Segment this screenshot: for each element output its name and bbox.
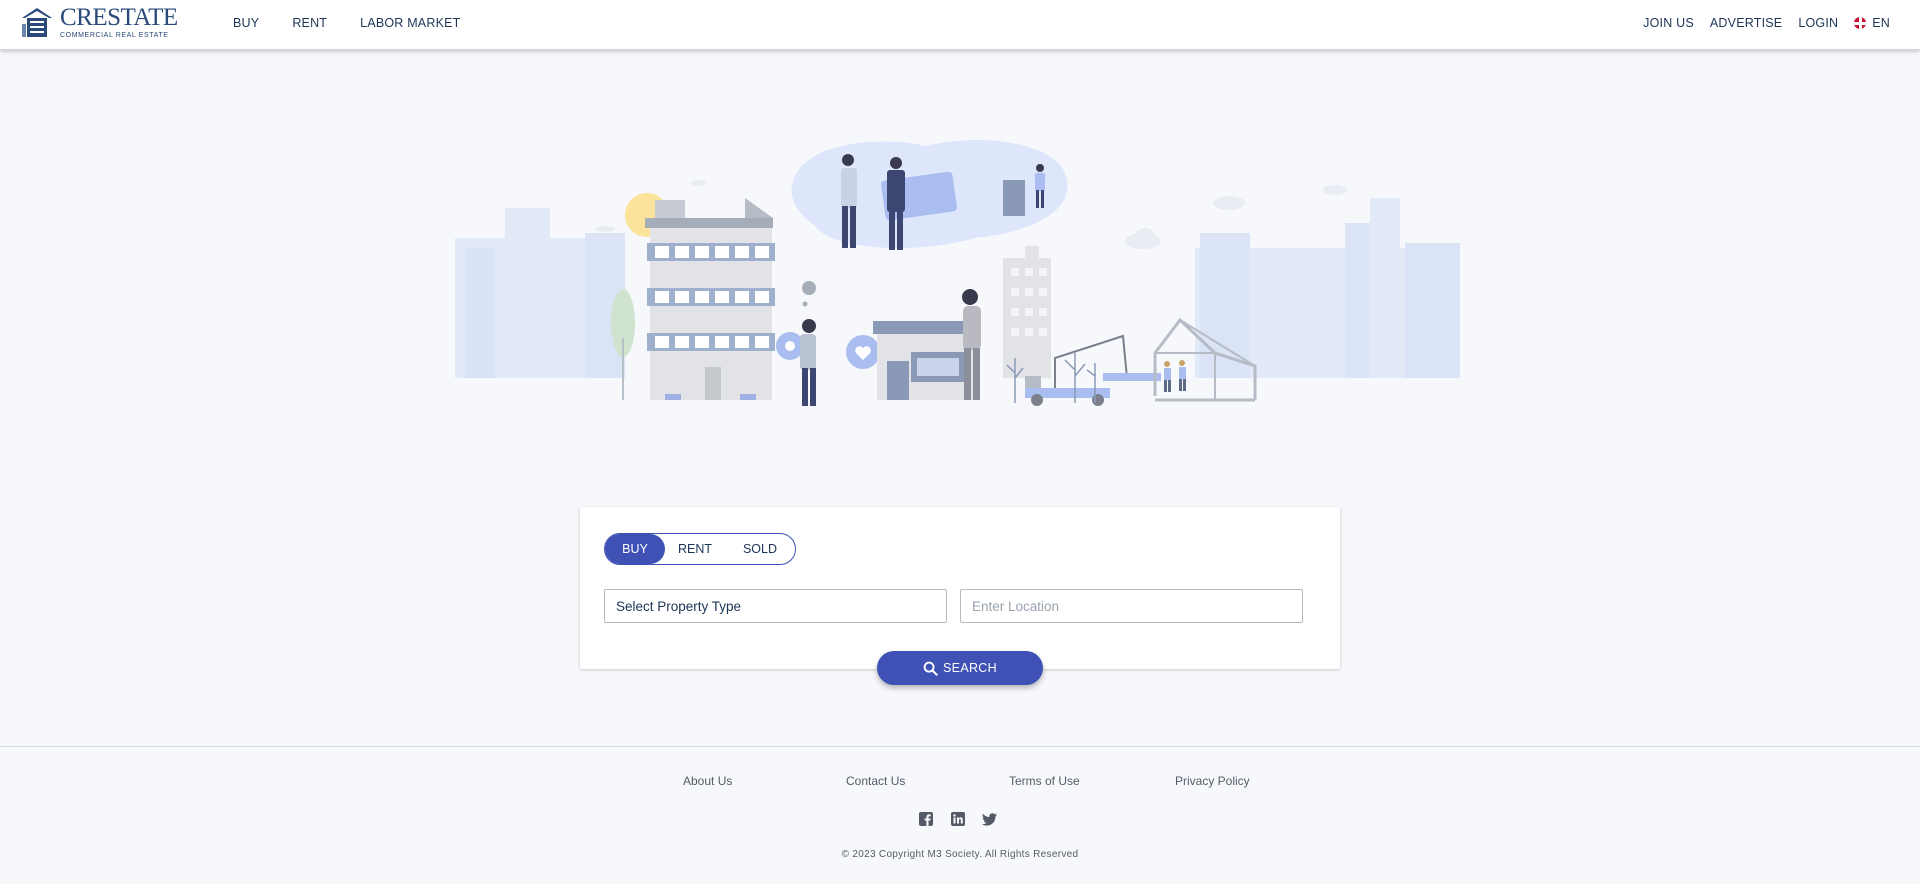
language-label: EN — [1872, 16, 1890, 30]
location-field — [960, 589, 1303, 623]
location-input[interactable] — [972, 598, 1302, 614]
search-card: BUY RENT SOLD Select Property Type — [580, 507, 1340, 669]
account-nav: JOIN US ADVERTISE LOGIN EN — [1627, 0, 1890, 46]
login-link[interactable]: LOGIN — [1798, 16, 1838, 30]
search-button[interactable]: SEARCH — [877, 651, 1043, 685]
uk-flag-icon — [1854, 17, 1867, 29]
real-estate-illustration — [455, 139, 1460, 406]
nav-rent-link[interactable]: RENT — [292, 16, 327, 30]
linkedin-icon[interactable] — [950, 811, 966, 827]
facebook-icon[interactable] — [918, 811, 934, 827]
copyright-text: © 2023 Copyright M3 Society. All Rights … — [841, 849, 1079, 860]
toggle-rent[interactable]: RENT — [665, 534, 725, 564]
footer-contact-link[interactable]: Contact Us — [846, 774, 905, 788]
property-type-value: Select Property Type — [616, 598, 742, 614]
toggle-sold[interactable]: SOLD — [725, 534, 795, 564]
toggle-buy[interactable]: BUY — [605, 534, 665, 564]
page-footer: About Us Contact Us Terms of Use Privacy… — [0, 746, 1920, 884]
building-logo-icon — [22, 8, 52, 37]
top-navbar: CRESTATE COMMERCIAL REAL ESTATE BUY RENT… — [0, 0, 1920, 50]
footer-terms-link[interactable]: Terms of Use — [1009, 774, 1080, 788]
footer-about-link[interactable]: About Us — [683, 774, 732, 788]
nav-labor-market-link[interactable]: LABOR MARKET — [360, 16, 460, 30]
search-button-label: SEARCH — [943, 661, 997, 675]
twitter-icon[interactable] — [982, 811, 998, 827]
advertise-link[interactable]: ADVERTISE — [1710, 16, 1782, 30]
listing-type-toggle: BUY RENT SOLD — [604, 533, 796, 565]
footer-privacy-link[interactable]: Privacy Policy — [1175, 774, 1250, 788]
language-selector[interactable]: EN — [1854, 16, 1890, 30]
brand-tagline: COMMERCIAL REAL ESTATE — [60, 32, 169, 39]
primary-nav: BUY RENT LABOR MARKET — [233, 0, 493, 46]
brand-logo[interactable]: CRESTATE COMMERCIAL REAL ESTATE — [20, 5, 178, 39]
property-type-select[interactable]: Select Property Type — [604, 589, 947, 623]
join-us-link[interactable]: JOIN US — [1643, 16, 1694, 30]
social-links — [918, 811, 1014, 827]
search-icon — [923, 661, 938, 676]
nav-buy-link[interactable]: BUY — [233, 16, 259, 30]
brand-name: CRESTATE — [60, 4, 178, 31]
